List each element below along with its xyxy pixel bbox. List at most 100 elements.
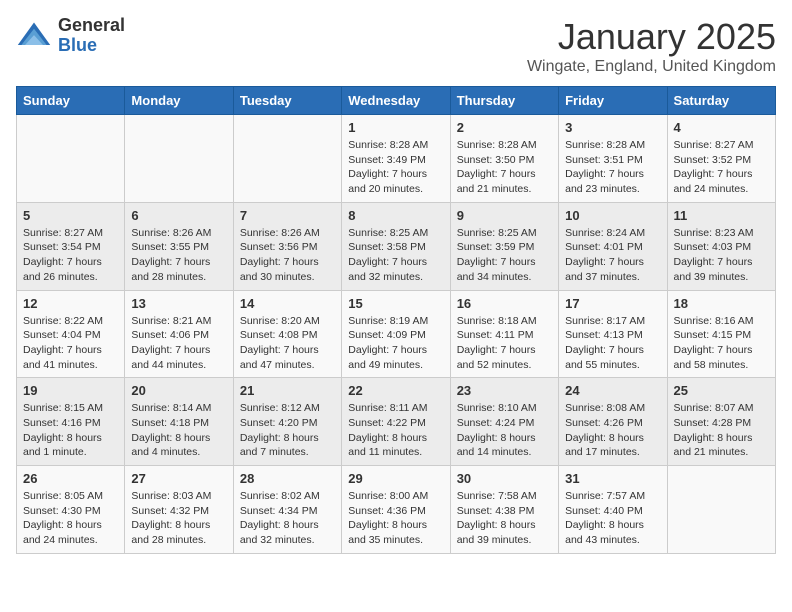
day-number: 29 [348,471,443,486]
title-block: January 2025 Wingate, England, United Ki… [527,16,776,76]
calendar-day-cell: 30Sunrise: 7:58 AM Sunset: 4:38 PM Dayli… [450,466,558,554]
day-info: Sunrise: 8:28 AM Sunset: 3:51 PM Dayligh… [565,138,660,197]
day-number: 22 [348,383,443,398]
weekday-header: Saturday [667,87,775,115]
day-info: Sunrise: 8:00 AM Sunset: 4:36 PM Dayligh… [348,489,443,548]
day-info: Sunrise: 8:23 AM Sunset: 4:03 PM Dayligh… [674,226,769,285]
calendar-day-cell: 29 Sunrise: 8:00 AM Sunset: 4:36 PM Dayli… [342,466,450,554]
day-info: Sunrise: 8:15 AM Sunset: 4:16 PM Dayligh… [23,401,118,460]
day-number: 3 [565,120,660,135]
day-info: Sunrise: 8:12 AM Sunset: 4:20 PM Dayligh… [240,401,335,460]
day-number: 4 [674,120,769,135]
calendar-week-row: 19 Sunrise: 8:15 AM Sunset: 4:16 PM Dayli… [17,378,776,466]
calendar-day-cell: 22Sunrise: 8:11 AM Sunset: 4:22 PM Dayli… [342,378,450,466]
day-info: Sunrise: 8:20 AM Sunset: 4:08 PM Dayligh… [240,314,335,373]
day-info: Sunrise: 7:57 AM Sunset: 4:40 PM Dayligh… [565,489,660,548]
day-number: 27 [131,471,226,486]
calendar-empty-cell [233,115,341,203]
page-header: General Blue January 2025 Wingate, Engla… [16,16,776,76]
day-number: 2 [457,120,552,135]
calendar-day-cell: 13 Sunrise: 8:21 AM Sunset: 4:06 PM Dayli… [125,290,233,378]
day-info: Sunrise: 8:19 AM Sunset: 4:09 PM Dayligh… [348,314,443,373]
day-info: Sunrise: 8:07 AM Sunset: 4:28 PM Dayligh… [674,401,769,460]
day-number: 30 [457,471,552,486]
day-info: Sunrise: 8:17 AM Sunset: 4:13 PM Dayligh… [565,314,660,373]
calendar-week-row: 12 Sunrise: 8:22 AM Sunset: 4:04 PM Dayli… [17,290,776,378]
calendar-day-cell: 21 Sunrise: 8:12 AM Sunset: 4:20 PM Dayli… [233,378,341,466]
day-number: 7 [240,208,335,223]
calendar-day-cell: 20Sunrise: 8:14 AM Sunset: 4:18 PM Dayli… [125,378,233,466]
day-info: Sunrise: 8:22 AM Sunset: 4:04 PM Dayligh… [23,314,118,373]
day-number: 16 [457,296,552,311]
weekday-header: Monday [125,87,233,115]
calendar-day-cell: 7 Sunrise: 8:26 AM Sunset: 3:56 PM Daylig… [233,202,341,290]
calendar-week-row: 1Sunrise: 8:28 AM Sunset: 3:49 PM Daylig… [17,115,776,203]
calendar-day-cell: 27 Sunrise: 8:03 AM Sunset: 4:32 PM Dayli… [125,466,233,554]
calendar-day-cell: 5Sunrise: 8:27 AM Sunset: 3:54 PM Daylig… [17,202,125,290]
day-number: 9 [457,208,552,223]
day-number: 19 [23,383,118,398]
calendar-day-cell: 1Sunrise: 8:28 AM Sunset: 3:49 PM Daylig… [342,115,450,203]
calendar-day-cell: 16Sunrise: 8:18 AM Sunset: 4:11 PM Dayli… [450,290,558,378]
day-info: Sunrise: 8:03 AM Sunset: 4:32 PM Dayligh… [131,489,226,548]
weekday-header: Wednesday [342,87,450,115]
day-number: 26 [23,471,118,486]
calendar-day-cell: 17 Sunrise: 8:17 AM Sunset: 4:13 PM Dayli… [559,290,667,378]
day-number: 21 [240,383,335,398]
day-info: Sunrise: 8:24 AM Sunset: 4:01 PM Dayligh… [565,226,660,285]
calendar-day-cell: 25 Sunrise: 8:07 AM Sunset: 4:28 PM Dayli… [667,378,775,466]
day-info: Sunrise: 8:25 AM Sunset: 3:59 PM Dayligh… [457,226,552,285]
weekday-header: Thursday [450,87,558,115]
calendar-day-cell: 3 Sunrise: 8:28 AM Sunset: 3:51 PM Daylig… [559,115,667,203]
day-info: Sunrise: 8:27 AM Sunset: 3:54 PM Dayligh… [23,226,118,285]
calendar-day-cell: 11 Sunrise: 8:23 AM Sunset: 4:03 PM Dayli… [667,202,775,290]
calendar-table: SundayMondayTuesdayWednesdayThursdayFrid… [16,86,776,554]
weekday-header: Sunday [17,87,125,115]
logo-icon [16,18,52,54]
day-number: 15 [348,296,443,311]
day-info: Sunrise: 8:02 AM Sunset: 4:34 PM Dayligh… [240,489,335,548]
calendar-day-cell: 19 Sunrise: 8:15 AM Sunset: 4:16 PM Dayli… [17,378,125,466]
day-number: 8 [348,208,443,223]
day-number: 17 [565,296,660,311]
day-number: 24 [565,383,660,398]
day-number: 12 [23,296,118,311]
day-info: Sunrise: 8:21 AM Sunset: 4:06 PM Dayligh… [131,314,226,373]
day-number: 6 [131,208,226,223]
calendar-day-cell: 8 Sunrise: 8:25 AM Sunset: 3:58 PM Daylig… [342,202,450,290]
calendar-title: January 2025 [527,16,776,58]
calendar-day-cell: 23 Sunrise: 8:10 AM Sunset: 4:24 PM Dayli… [450,378,558,466]
day-number: 14 [240,296,335,311]
calendar-day-cell: 24 Sunrise: 8:08 AM Sunset: 4:26 PM Dayli… [559,378,667,466]
day-info: Sunrise: 8:26 AM Sunset: 3:56 PM Dayligh… [240,226,335,285]
calendar-day-cell: 12 Sunrise: 8:22 AM Sunset: 4:04 PM Dayli… [17,290,125,378]
logo: General Blue [16,16,125,56]
day-info: Sunrise: 8:27 AM Sunset: 3:52 PM Dayligh… [674,138,769,197]
calendar-day-cell: 15 Sunrise: 8:19 AM Sunset: 4:09 PM Dayli… [342,290,450,378]
day-number: 25 [674,383,769,398]
day-info: Sunrise: 8:05 AM Sunset: 4:30 PM Dayligh… [23,489,118,548]
day-number: 18 [674,296,769,311]
calendar-day-cell: 26 Sunrise: 8:05 AM Sunset: 4:30 PM Dayli… [17,466,125,554]
logo-blue: Blue [58,36,125,56]
day-number: 31 [565,471,660,486]
day-number: 23 [457,383,552,398]
day-number: 11 [674,208,769,223]
calendar-day-cell: 31 Sunrise: 7:57 AM Sunset: 4:40 PM Dayli… [559,466,667,554]
day-info: Sunrise: 8:28 AM Sunset: 3:49 PM Dayligh… [348,138,443,197]
day-number: 10 [565,208,660,223]
calendar-week-row: 26 Sunrise: 8:05 AM Sunset: 4:30 PM Dayli… [17,466,776,554]
calendar-empty-cell [667,466,775,554]
day-info: Sunrise: 8:10 AM Sunset: 4:24 PM Dayligh… [457,401,552,460]
day-number: 28 [240,471,335,486]
day-info: Sunrise: 8:26 AM Sunset: 3:55 PM Dayligh… [131,226,226,285]
day-info: Sunrise: 8:25 AM Sunset: 3:58 PM Dayligh… [348,226,443,285]
day-info: Sunrise: 8:08 AM Sunset: 4:26 PM Dayligh… [565,401,660,460]
calendar-day-cell: 14 Sunrise: 8:20 AM Sunset: 4:08 PM Dayli… [233,290,341,378]
calendar-day-cell: 28 Sunrise: 8:02 AM Sunset: 4:34 PM Dayli… [233,466,341,554]
day-number: 13 [131,296,226,311]
calendar-day-cell: 18Sunrise: 8:16 AM Sunset: 4:15 PM Dayli… [667,290,775,378]
calendar-day-cell: 9 Sunrise: 8:25 AM Sunset: 3:59 PM Daylig… [450,202,558,290]
logo-text: General Blue [58,16,125,56]
day-info: Sunrise: 8:14 AM Sunset: 4:18 PM Dayligh… [131,401,226,460]
